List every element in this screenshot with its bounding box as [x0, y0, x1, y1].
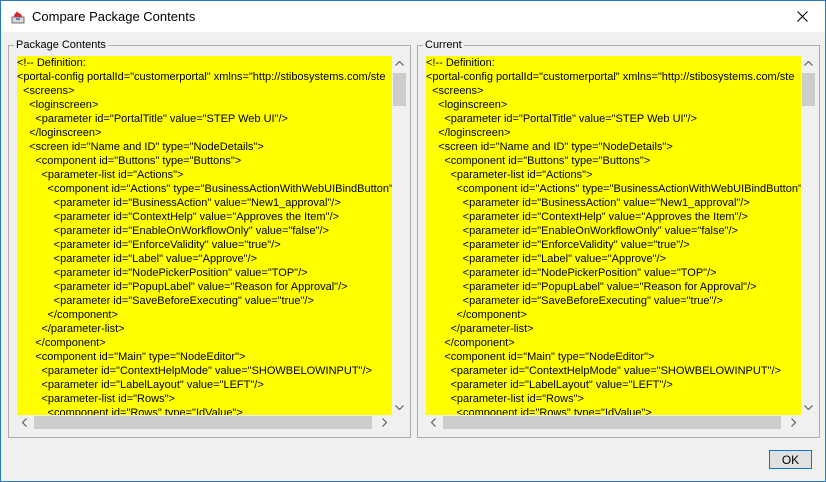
code-lines: <!-- Definition: <portal-config portalId=… — [17, 56, 392, 415]
code-line: <parameter-list id="Rows"> — [17, 392, 392, 406]
code-line: <parameter id="NodePickerPosition" value… — [426, 266, 801, 280]
code-line: <parameter id="ContextHelp" value="Appro… — [426, 210, 801, 224]
code-line: <parameter id="ContextHelpMode" value="S… — [17, 364, 392, 378]
current-text-area[interactable]: <!-- Definition: <portal-config portalId=… — [426, 56, 801, 415]
code-line: <loginscreen> — [17, 98, 392, 112]
current-panel: Current <!-- Definition: <portal-config p… — [417, 38, 820, 438]
code-line: <component id="Buttons" type="Buttons"> — [426, 154, 801, 168]
code-line: <component id="Rows" type="IdValue"> — [426, 406, 801, 415]
scroll-down-arrow-icon[interactable] — [392, 400, 407, 415]
code-line: <parameter id="PortalTitle" value="STEP … — [426, 112, 801, 126]
package-contents-panel: Package Contents <!-- Definition: <portal… — [8, 38, 411, 438]
code-line: <component id="Main" type="NodeEditor"> — [426, 350, 801, 364]
horizontal-scrollbar[interactable] — [17, 415, 392, 430]
code-line: <parameter id="SaveBeforeExecuting" valu… — [426, 294, 801, 308]
code-line: <parameter id="PortalTitle" value="STEP … — [17, 112, 392, 126]
window-title: Compare Package Contents — [32, 9, 196, 24]
code-line: <!-- Definition: — [426, 56, 801, 70]
code-line: <loginscreen> — [426, 98, 801, 112]
code-line: <parameter id="SaveBeforeExecuting" valu… — [17, 294, 392, 308]
code-line: <parameter id="EnforceValidity" value="t… — [426, 238, 801, 252]
code-line: <parameter id="Label" value="Approve"/> — [426, 252, 801, 266]
code-line: <parameter id="EnableOnWorkflowOnly" val… — [426, 224, 801, 238]
code-line: <parameter-list id="Actions"> — [17, 168, 392, 182]
code-line: <parameter id="LabelLayout" value="LEFT"… — [17, 378, 392, 392]
scroll-left-arrow-icon[interactable] — [426, 415, 441, 430]
vertical-scrollbar[interactable] — [801, 56, 816, 415]
scroll-up-arrow-icon[interactable] — [801, 56, 816, 71]
vertical-scrollbar[interactable] — [392, 56, 407, 415]
code-line: <portal-config portalId="customerportal"… — [17, 70, 392, 84]
close-button[interactable] — [779, 1, 825, 32]
vertical-scroll-thumb[interactable] — [802, 73, 815, 106]
code-line: <!-- Definition: — [17, 56, 392, 70]
code-line: </component> — [17, 336, 392, 350]
scroll-left-arrow-icon[interactable] — [17, 415, 32, 430]
code-line: </loginscreen> — [17, 126, 392, 140]
code-line: </parameter-list> — [17, 322, 392, 336]
code-line: <component id="Actions" type="BusinessAc… — [426, 182, 801, 196]
code-line: </loginscreen> — [426, 126, 801, 140]
java-app-icon — [11, 11, 25, 24]
code-lines: <!-- Definition: <portal-config portalId=… — [426, 56, 801, 415]
panel-label: Package Contents — [14, 38, 108, 52]
code-line: <portal-config portalId="customerportal"… — [426, 70, 801, 84]
package-contents-text-area[interactable]: <!-- Definition: <portal-config portalId=… — [17, 56, 392, 415]
code-line: <parameter id="PopupLabel" value="Reason… — [17, 280, 392, 294]
code-line: <parameter id="ContextHelp" value="Appro… — [17, 210, 392, 224]
code-line: <component id="Main" type="NodeEditor"> — [17, 350, 392, 364]
panel-label: Current — [423, 38, 464, 52]
code-line: <parameter id="LabelLayout" value="LEFT"… — [426, 378, 801, 392]
vertical-scroll-thumb[interactable] — [393, 73, 406, 106]
compare-package-contents-dialog: Compare Package Contents Package Content… — [0, 0, 826, 482]
code-line: <parameter id="EnableOnWorkflowOnly" val… — [17, 224, 392, 238]
code-line: </parameter-list> — [426, 322, 801, 336]
code-line: <parameter id="PopupLabel" value="Reason… — [426, 280, 801, 294]
scroll-down-arrow-icon[interactable] — [801, 400, 816, 415]
horizontal-scroll-thumb[interactable] — [34, 416, 372, 429]
code-line: <screen id="Name and ID" type="NodeDetai… — [426, 140, 801, 154]
code-line: <parameter id="NodePickerPosition" value… — [17, 266, 392, 280]
code-line: <parameter-list id="Rows"> — [426, 392, 801, 406]
code-line: <component id="Actions" type="BusinessAc… — [17, 182, 392, 196]
code-line: <parameter id="ContextHelpMode" value="S… — [426, 364, 801, 378]
code-line: <parameter id="EnforceValidity" value="t… — [17, 238, 392, 252]
code-line: </component> — [426, 336, 801, 350]
code-line: <component id="Rows" type="IdValue"> — [17, 406, 392, 415]
code-line: <parameter id="BusinessAction" value="Ne… — [17, 196, 392, 210]
scroll-right-arrow-icon[interactable] — [377, 415, 392, 430]
title-bar[interactable]: Compare Package Contents — [1, 1, 825, 32]
code-line: <component id="Buttons" type="Buttons"> — [17, 154, 392, 168]
code-line: <parameter-list id="Actions"> — [426, 168, 801, 182]
code-line: <screens> — [426, 84, 801, 98]
horizontal-scrollbar[interactable] — [426, 415, 801, 430]
ok-button[interactable]: OK — [769, 450, 812, 469]
close-icon — [796, 11, 808, 22]
code-line: <parameter id="Label" value="Approve"/> — [17, 252, 392, 266]
scroll-right-arrow-icon[interactable] — [786, 415, 801, 430]
code-line: <screens> — [17, 84, 392, 98]
horizontal-scroll-thumb[interactable] — [443, 416, 781, 429]
code-line: </component> — [426, 308, 801, 322]
code-line: <parameter id="BusinessAction" value="Ne… — [426, 196, 801, 210]
code-line: <screen id="Name and ID" type="NodeDetai… — [17, 140, 392, 154]
scroll-up-arrow-icon[interactable] — [392, 56, 407, 71]
code-line: </component> — [17, 308, 392, 322]
